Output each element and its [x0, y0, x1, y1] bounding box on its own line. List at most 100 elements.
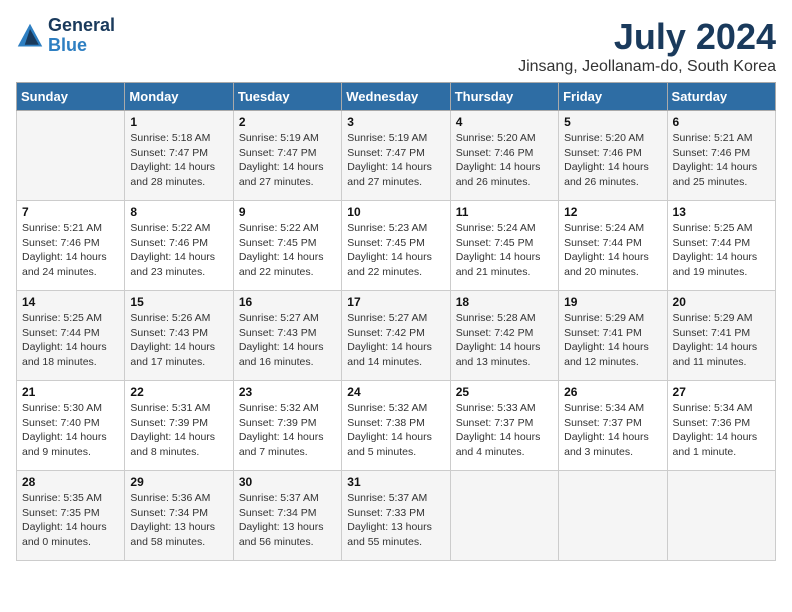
- weekday-header-row: SundayMondayTuesdayWednesdayThursdayFrid…: [17, 83, 776, 111]
- day-info: Sunrise: 5:18 AMSunset: 7:47 PMDaylight:…: [130, 131, 227, 190]
- calendar-cell: 26 Sunrise: 5:34 AMSunset: 7:37 PMDayligh…: [559, 381, 667, 471]
- day-number: 24: [347, 385, 444, 399]
- calendar-week-row: 28 Sunrise: 5:35 AMSunset: 7:35 PMDayligh…: [17, 471, 776, 561]
- weekday-header-sunday: Sunday: [17, 83, 125, 111]
- calendar-cell: 12 Sunrise: 5:24 AMSunset: 7:44 PMDayligh…: [559, 201, 667, 291]
- day-number: 4: [456, 115, 553, 129]
- title-area: July 2024 Jinsang, Jeollanam-do, South K…: [518, 16, 776, 76]
- day-number: 22: [130, 385, 227, 399]
- day-info: Sunrise: 5:32 AMSunset: 7:38 PMDaylight:…: [347, 401, 444, 460]
- day-info: Sunrise: 5:24 AMSunset: 7:44 PMDaylight:…: [564, 221, 661, 280]
- calendar-cell: 10Sunrise: 5:23 AMSunset: 7:45 PMDayligh…: [342, 201, 450, 291]
- day-number: 7: [22, 205, 119, 219]
- calendar-cell: 14Sunrise: 5:25 AMSunset: 7:44 PMDayligh…: [17, 291, 125, 381]
- day-info: Sunrise: 5:32 AMSunset: 7:39 PMDaylight:…: [239, 401, 336, 460]
- day-info: Sunrise: 5:35 AMSunset: 7:35 PMDaylight:…: [22, 491, 119, 550]
- calendar-cell: 29Sunrise: 5:36 AMSunset: 7:34 PMDayligh…: [125, 471, 233, 561]
- calendar-cell: 13 Sunrise: 5:25 AMSunset: 7:44 PMDayligh…: [667, 201, 775, 291]
- day-number: 15: [130, 295, 227, 309]
- day-number: 26: [564, 385, 661, 399]
- day-number: 27: [673, 385, 770, 399]
- day-info: Sunrise: 5:20 AMSunset: 7:46 PMDaylight:…: [564, 131, 661, 190]
- calendar-cell: 30 Sunrise: 5:37 AMSunset: 7:34 PMDayligh…: [233, 471, 341, 561]
- day-number: 20: [673, 295, 770, 309]
- day-info: Sunrise: 5:31 AMSunset: 7:39 PMDaylight:…: [130, 401, 227, 460]
- day-number: 23: [239, 385, 336, 399]
- weekday-header-monday: Monday: [125, 83, 233, 111]
- day-info: Sunrise: 5:28 AMSunset: 7:42 PMDaylight:…: [456, 311, 553, 370]
- day-number: 8: [130, 205, 227, 219]
- calendar-cell: 2 Sunrise: 5:19 AMSunset: 7:47 PMDaylight…: [233, 111, 341, 201]
- day-number: 11: [456, 205, 553, 219]
- calendar-cell: [17, 111, 125, 201]
- calendar-cell: 23 Sunrise: 5:32 AMSunset: 7:39 PMDayligh…: [233, 381, 341, 471]
- day-info: Sunrise: 5:34 AMSunset: 7:36 PMDaylight:…: [673, 401, 770, 460]
- day-info: Sunrise: 5:20 AMSunset: 7:46 PMDaylight:…: [456, 131, 553, 190]
- day-number: 13: [673, 205, 770, 219]
- day-number: 28: [22, 475, 119, 489]
- day-info: Sunrise: 5:22 AMSunset: 7:45 PMDaylight:…: [239, 221, 336, 280]
- calendar-cell: 28 Sunrise: 5:35 AMSunset: 7:35 PMDayligh…: [17, 471, 125, 561]
- day-info: Sunrise: 5:37 AMSunset: 7:34 PMDaylight:…: [239, 491, 336, 550]
- day-number: 31: [347, 475, 444, 489]
- day-info: Sunrise: 5:27 AMSunset: 7:42 PMDaylight:…: [347, 311, 444, 370]
- day-info: Sunrise: 5:21 AMSunset: 7:46 PMDaylight:…: [22, 221, 119, 280]
- calendar-cell: 3 Sunrise: 5:19 AMSunset: 7:47 PMDaylight…: [342, 111, 450, 201]
- day-number: 19: [564, 295, 661, 309]
- calendar-cell: 15Sunrise: 5:26 AMSunset: 7:43 PMDayligh…: [125, 291, 233, 381]
- weekday-header-friday: Friday: [559, 83, 667, 111]
- weekday-header-saturday: Saturday: [667, 83, 775, 111]
- day-number: 18: [456, 295, 553, 309]
- calendar-week-row: 21Sunrise: 5:30 AMSunset: 7:40 PMDayligh…: [17, 381, 776, 471]
- calendar-cell: 27 Sunrise: 5:34 AMSunset: 7:36 PMDayligh…: [667, 381, 775, 471]
- day-number: 29: [130, 475, 227, 489]
- calendar-cell: 6Sunrise: 5:21 AMSunset: 7:46 PMDaylight…: [667, 111, 775, 201]
- calendar-cell: 22 Sunrise: 5:31 AMSunset: 7:39 PMDayligh…: [125, 381, 233, 471]
- weekday-header-tuesday: Tuesday: [233, 83, 341, 111]
- calendar-week-row: 14Sunrise: 5:25 AMSunset: 7:44 PMDayligh…: [17, 291, 776, 381]
- logo-text-general: General: [48, 15, 115, 35]
- calendar-cell: 21Sunrise: 5:30 AMSunset: 7:40 PMDayligh…: [17, 381, 125, 471]
- location-title: Jinsang, Jeollanam-do, South Korea: [518, 58, 776, 76]
- calendar-cell: 1 Sunrise: 5:18 AMSunset: 7:47 PMDaylight…: [125, 111, 233, 201]
- day-info: Sunrise: 5:27 AMSunset: 7:43 PMDaylight:…: [239, 311, 336, 370]
- day-number: 25: [456, 385, 553, 399]
- day-number: 3: [347, 115, 444, 129]
- day-info: Sunrise: 5:34 AMSunset: 7:37 PMDaylight:…: [564, 401, 661, 460]
- calendar-cell: 7 Sunrise: 5:21 AMSunset: 7:46 PMDaylight…: [17, 201, 125, 291]
- calendar-cell: 24 Sunrise: 5:32 AMSunset: 7:38 PMDayligh…: [342, 381, 450, 471]
- calendar-table: SundayMondayTuesdayWednesdayThursdayFrid…: [16, 82, 776, 561]
- day-info: Sunrise: 5:29 AMSunset: 7:41 PMDaylight:…: [673, 311, 770, 370]
- logo-icon: [16, 22, 44, 50]
- day-info: Sunrise: 5:19 AMSunset: 7:47 PMDaylight:…: [347, 131, 444, 190]
- calendar-cell: 16 Sunrise: 5:27 AMSunset: 7:43 PMDayligh…: [233, 291, 341, 381]
- calendar-cell: 9Sunrise: 5:22 AMSunset: 7:45 PMDaylight…: [233, 201, 341, 291]
- weekday-header-wednesday: Wednesday: [342, 83, 450, 111]
- calendar-week-row: 7 Sunrise: 5:21 AMSunset: 7:46 PMDaylight…: [17, 201, 776, 291]
- calendar-cell: 4 Sunrise: 5:20 AMSunset: 7:46 PMDaylight…: [450, 111, 558, 201]
- calendar-cell: 8Sunrise: 5:22 AMSunset: 7:46 PMDaylight…: [125, 201, 233, 291]
- calendar-cell: 20 Sunrise: 5:29 AMSunset: 7:41 PMDayligh…: [667, 291, 775, 381]
- calendar-cell: 17 Sunrise: 5:27 AMSunset: 7:42 PMDayligh…: [342, 291, 450, 381]
- month-title: July 2024: [518, 16, 776, 58]
- day-info: Sunrise: 5:29 AMSunset: 7:41 PMDaylight:…: [564, 311, 661, 370]
- day-info: Sunrise: 5:33 AMSunset: 7:37 PMDaylight:…: [456, 401, 553, 460]
- day-info: Sunrise: 5:25 AMSunset: 7:44 PMDaylight:…: [22, 311, 119, 370]
- calendar-cell: [450, 471, 558, 561]
- day-info: Sunrise: 5:19 AMSunset: 7:47 PMDaylight:…: [239, 131, 336, 190]
- calendar-cell: 11Sunrise: 5:24 AMSunset: 7:45 PMDayligh…: [450, 201, 558, 291]
- day-number: 12: [564, 205, 661, 219]
- day-number: 30: [239, 475, 336, 489]
- day-info: Sunrise: 5:23 AMSunset: 7:45 PMDaylight:…: [347, 221, 444, 280]
- day-info: Sunrise: 5:25 AMSunset: 7:44 PMDaylight:…: [673, 221, 770, 280]
- day-number: 17: [347, 295, 444, 309]
- calendar-cell: 18 Sunrise: 5:28 AMSunset: 7:42 PMDayligh…: [450, 291, 558, 381]
- day-number: 2: [239, 115, 336, 129]
- calendar-cell: 31Sunrise: 5:37 AMSunset: 7:33 PMDayligh…: [342, 471, 450, 561]
- day-number: 1: [130, 115, 227, 129]
- calendar-week-row: 1 Sunrise: 5:18 AMSunset: 7:47 PMDaylight…: [17, 111, 776, 201]
- day-number: 16: [239, 295, 336, 309]
- logo: General Blue: [16, 16, 115, 56]
- weekday-header-thursday: Thursday: [450, 83, 558, 111]
- calendar-cell: 25 Sunrise: 5:33 AMSunset: 7:37 PMDayligh…: [450, 381, 558, 471]
